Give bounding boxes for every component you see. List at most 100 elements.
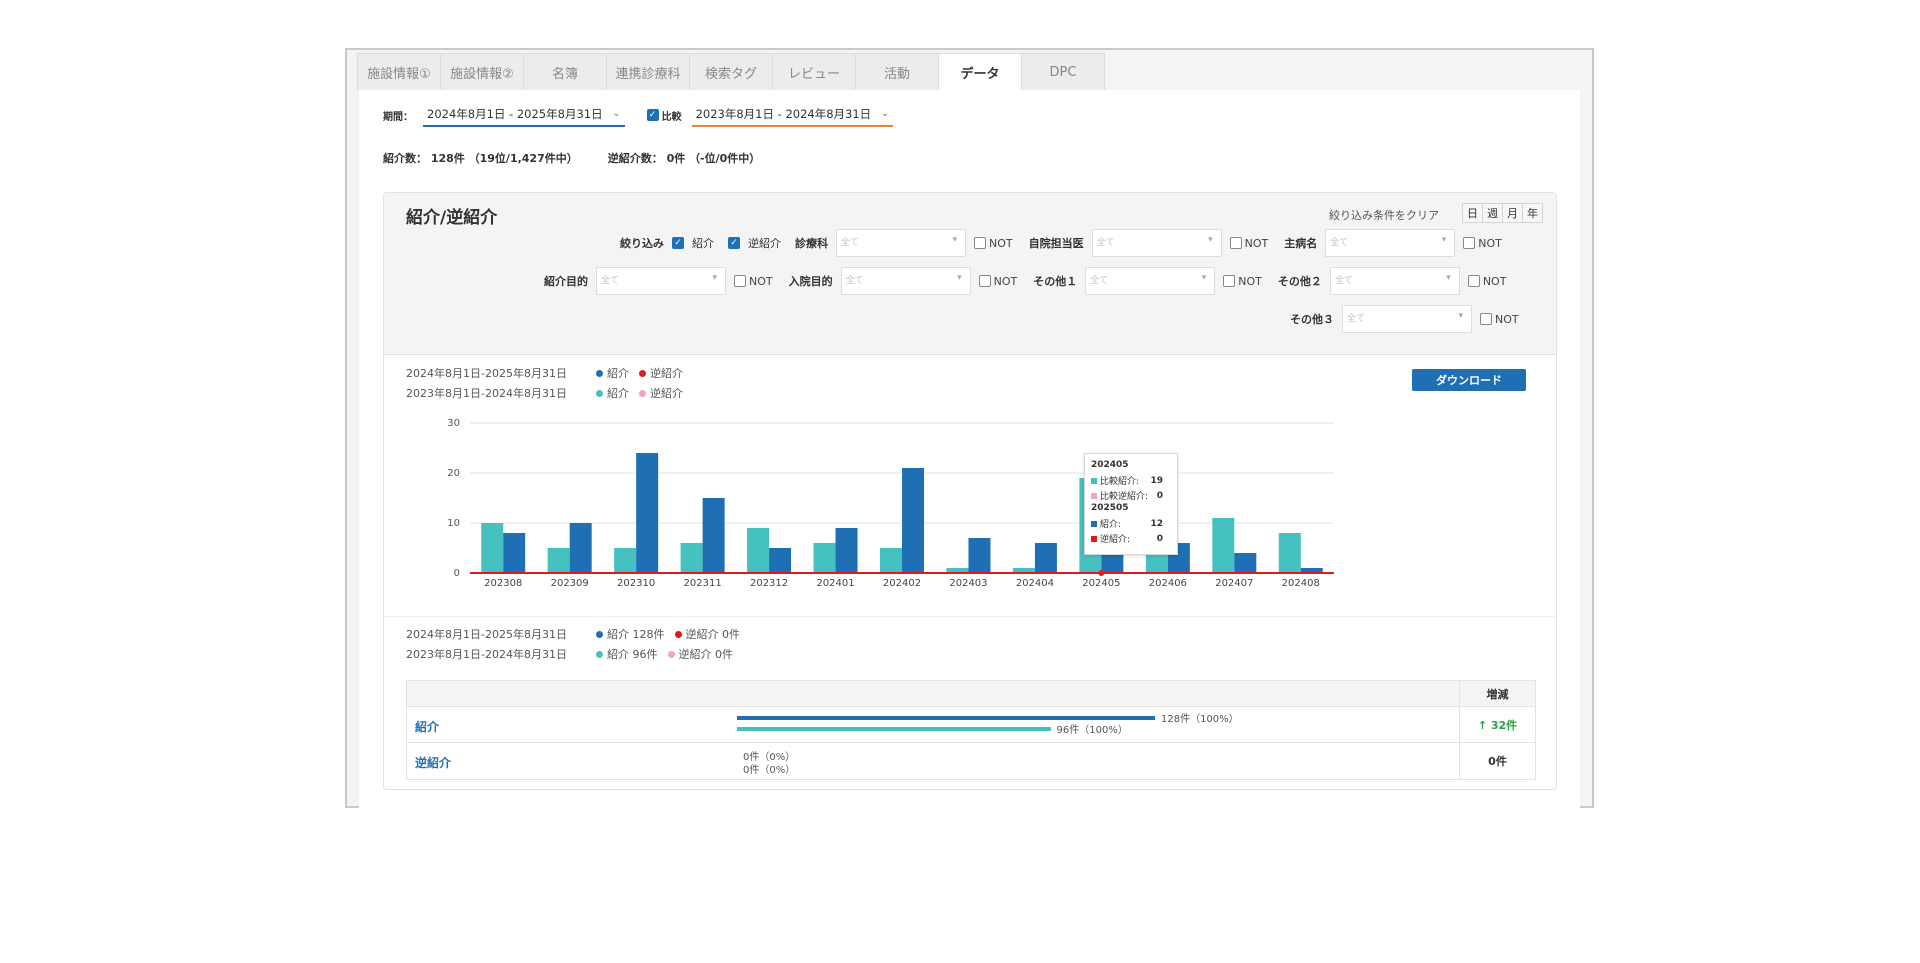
dot-icon (667, 650, 675, 658)
admission-not[interactable]: NOT (978, 275, 1017, 288)
row-name-link[interactable]: 紹介 (415, 718, 439, 735)
not-label: NOT (1238, 274, 1262, 288)
legend-label: 紹介 (607, 367, 629, 380)
filter-row-2: 紹介目的 全て NOT 入院目的 全て NOT その他１ 全て NOT その他２… (544, 267, 1506, 295)
dot-icon (674, 630, 682, 638)
tooltip-current-month: 202505 (1091, 503, 1129, 513)
not-label: NOT (1478, 236, 1502, 250)
dot-icon (596, 389, 603, 397)
tooltip-value: 0 (1156, 533, 1163, 544)
referral-count: 紹介数： 128件 （19位/1,427件中） (383, 152, 578, 165)
summary-compare-reverse: 逆紹介 0件 (667, 646, 733, 662)
summary-table: 増減 紹介 128件（100%） 96件（100%） ↑ 32件 逆紹介 0件（0%） 0件… (406, 680, 1536, 780)
other3-not[interactable]: NOT (1480, 313, 1519, 326)
doctor-not[interactable]: NOT (1229, 236, 1269, 250)
checkbox-unchecked-icon[interactable] (978, 275, 991, 287)
compare-toggle[interactable]: ✓ 比較 (646, 108, 682, 123)
row-diff: 0件 (1459, 743, 1535, 779)
disease-not[interactable]: NOT (1463, 237, 1502, 250)
other3-select[interactable]: 全て (1342, 305, 1472, 333)
checkbox-unchecked-icon[interactable] (1480, 313, 1492, 325)
other2-select[interactable]: 全て (1329, 267, 1460, 295)
chart-tooltip: 202405 比較紹介: 19 比較逆紹介: 0 202505 紹介: 12 逆紹介:… (1084, 453, 1178, 555)
tab-0[interactable]: 施設情報① (357, 53, 441, 90)
tab-3[interactable]: 連携診療科 (606, 53, 690, 90)
checkbox-checked-icon[interactable]: ✓ (728, 237, 740, 249)
checkbox-unchecked-icon[interactable] (734, 275, 746, 287)
square-icon (1091, 492, 1097, 499)
admission-select[interactable]: 全て (840, 267, 971, 295)
chevron-down-icon: ⌄ (612, 108, 621, 119)
tab-8[interactable]: DPC (1021, 53, 1105, 90)
legend-compare-referral: 紹介 (596, 385, 629, 401)
not-label: NOT (989, 236, 1013, 250)
compare-label: 比較 (661, 111, 682, 123)
tab-4[interactable]: 検索タグ (689, 53, 773, 90)
bar-compare-referral (1278, 533, 1301, 573)
not-label: NOT (749, 274, 773, 288)
not-label: NOT (1244, 236, 1269, 250)
dept-label: 診療科 (795, 237, 828, 250)
bar-current-referral (968, 538, 991, 573)
dot-icon (596, 650, 603, 658)
period-button-0[interactable]: 日 (1462, 203, 1483, 223)
other2-label: その他２ (1277, 275, 1322, 288)
dept-select[interactable]: 全て (836, 229, 966, 257)
highlight-point (1098, 570, 1105, 576)
filter-check-referral[interactable]: ✓ 紹介 (672, 235, 714, 251)
other2-not[interactable]: NOT (1467, 275, 1506, 288)
chart-legend: 2024年8月1日-2025年8月31日 紹介 逆紹介 2023年8月1日-20… (406, 363, 693, 403)
compare-date-select[interactable]: 2023年8月1日 - 2024年8月31日 ⌄ (691, 103, 894, 127)
table-header: 増減 (407, 681, 1535, 707)
download-button[interactable]: ダウンロード (1412, 369, 1526, 391)
checkbox-unchecked-icon[interactable] (1229, 237, 1242, 249)
data-tab-content: 期間： 2024年8月1日 - 2025年8月31日 ⌄ ✓ 比較 2023年8… (359, 90, 1580, 808)
period-button-1[interactable]: 週 (1482, 203, 1503, 223)
row-diff: ↑ 32件 (1459, 707, 1535, 742)
checkbox-checked-icon[interactable]: ✓ (646, 109, 659, 121)
checkbox-unchecked-icon[interactable] (1463, 237, 1476, 249)
row-name-link[interactable]: 逆紹介 (415, 754, 451, 771)
tab-1[interactable]: 施設情報② (440, 53, 524, 90)
other1-not[interactable]: NOT (1223, 275, 1262, 288)
bar-current-referral (902, 468, 924, 573)
checkbox-unchecked-icon[interactable] (974, 237, 986, 249)
diff-header: 増減 (1459, 681, 1535, 707)
x-tick-label: 202408 (1282, 578, 1320, 589)
checkbox-unchecked-icon[interactable] (1223, 275, 1236, 287)
other1-select[interactable]: 全て (1085, 267, 1216, 295)
x-tick-label: 202404 (1016, 578, 1054, 589)
period-date-select[interactable]: 2024年8月1日 - 2025年8月31日 ⌄ (423, 103, 625, 127)
tooltip-label: 紹介: (1100, 520, 1122, 530)
x-tick-label: 202407 (1215, 578, 1253, 589)
table-body: 紹介 128件（100%） 96件（100%） ↑ 32件 逆紹介 0件（0%） 0件（0%… (407, 707, 1535, 779)
y-tick-label: 10 (447, 518, 460, 529)
period-button-2[interactable]: 月 (1502, 203, 1523, 223)
summary-legend-current: 2024年8月1日-2025年8月31日 紹介 128件 逆紹介 0件 (406, 624, 750, 644)
table-row: 逆紹介 0件（0%） 0件（0%） 0件 (407, 743, 1535, 779)
dept-not[interactable]: NOT (974, 237, 1013, 250)
panel-filter-area: 紹介/逆紹介 絞り込み条件をクリア 日週月年 絞り込み ✓ 紹介 ✓ 逆紹介 診… (384, 193, 1556, 355)
purpose-not[interactable]: NOT (734, 275, 773, 288)
checkbox-unchecked-icon[interactable] (1467, 275, 1480, 287)
purpose-select[interactable]: 全て (596, 267, 726, 295)
tab-6[interactable]: 活動 (855, 53, 939, 90)
tooltip-current-ref: 紹介: 12 (1091, 516, 1171, 531)
period-button-3[interactable]: 年 (1522, 203, 1543, 223)
tab-7[interactable]: データ (938, 53, 1022, 91)
tab-5[interactable]: レビュー (772, 53, 856, 90)
disease-select[interactable]: 全て (1325, 229, 1456, 257)
legend-label: 紹介 128件 (607, 628, 665, 641)
filter-check-reverse[interactable]: ✓ 逆紹介 (728, 235, 781, 251)
checkbox-checked-icon[interactable]: ✓ (672, 237, 684, 249)
bar-current-referral (702, 498, 725, 573)
dot-icon (596, 630, 603, 638)
doctor-select[interactable]: 全て (1091, 229, 1222, 257)
x-tick-label: 202401 (816, 578, 854, 589)
tab-2[interactable]: 名簿 (523, 53, 607, 90)
bar-compare-referral (547, 548, 570, 573)
clear-filters-link[interactable]: 絞り込み条件をクリア (1329, 207, 1439, 223)
x-tick-label: 202402 (883, 578, 921, 589)
legend-current: 2024年8月1日-2025年8月31日 紹介 逆紹介 (406, 363, 693, 383)
other3-label: その他３ (1290, 313, 1334, 326)
